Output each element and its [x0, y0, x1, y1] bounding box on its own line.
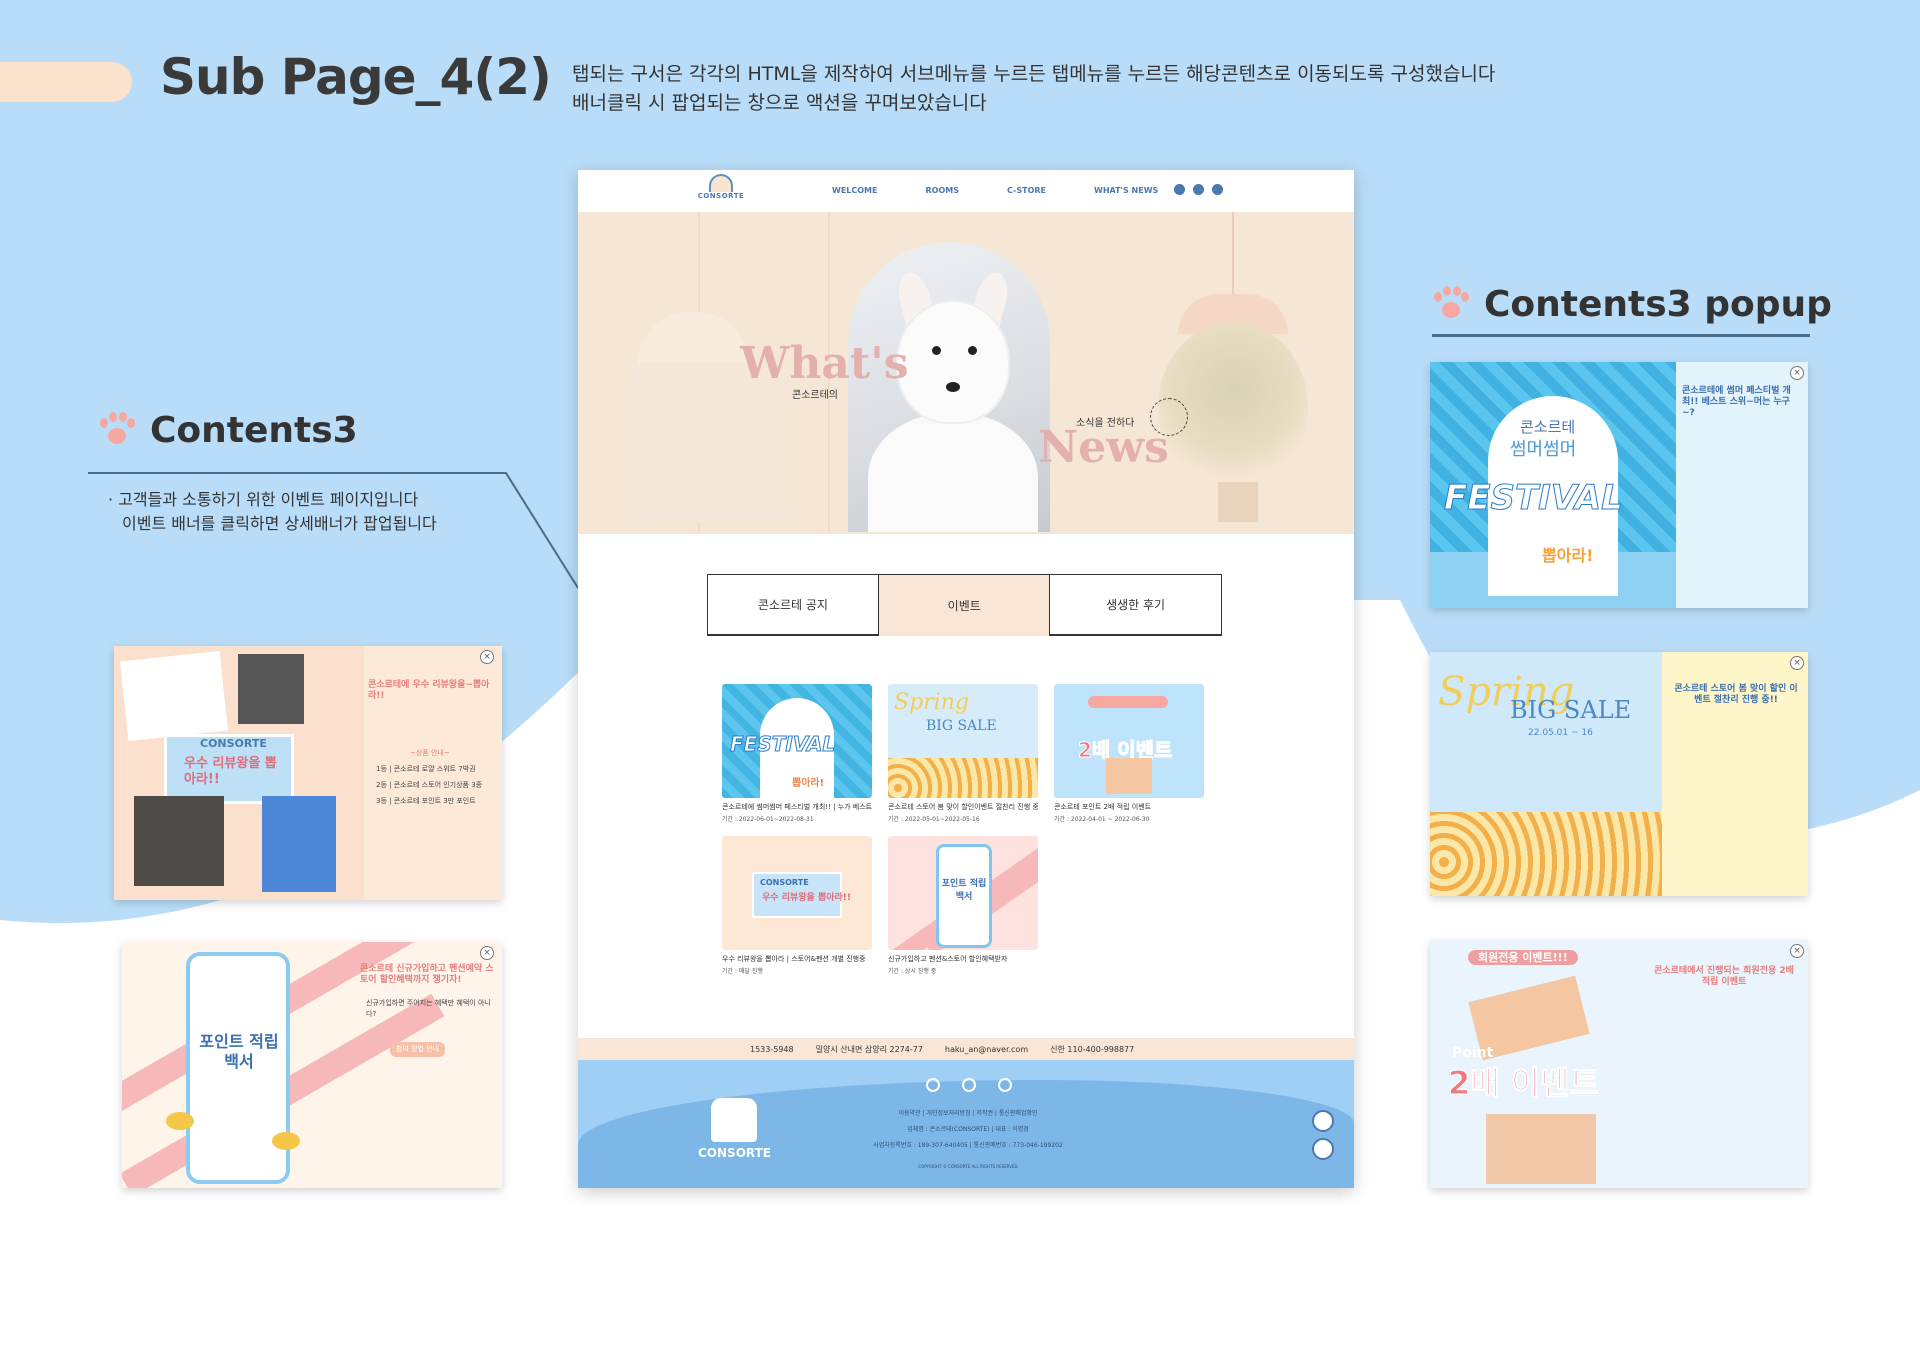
- hero-whats: What's: [740, 338, 909, 389]
- card-title: 콘소르테에 썸머썸머 페스티벌 개최!! | 누가 베스트...: [722, 803, 872, 811]
- event-card-festival[interactable]: FESTIVAL 뽑아라! 콘소르테에 썸머썸머 페스티벌 개최!! | 누가 …: [722, 684, 872, 823]
- footer-socials: [926, 1078, 1012, 1092]
- review-thumbnail: CONSORTE 우수 리뷰왕을 뽑아라!!: [722, 836, 872, 950]
- footer-links[interactable]: 이용약관 | 개인정보처리방침 | 저작권 | 통신판매업확인: [808, 1108, 1128, 1117]
- card-title: 콘소르테 포인트 2배 적립 이벤트: [1054, 803, 1152, 811]
- footer-logo: CONSORTE: [698, 1098, 771, 1160]
- description-line-2: 배너클릭 시 팝업되는 창으로 액션을 꾸며보았습니다: [572, 92, 987, 114]
- mock-nav-icons: [1174, 184, 1223, 195]
- card-date: 기간 : 매달 진행: [722, 968, 763, 975]
- cart-icon[interactable]: [1212, 184, 1223, 195]
- event-card-spring-sale[interactable]: Spring BIG SALE 콘소르테 스토어 봄 맞이 할인이벤트 절찬리 …: [888, 684, 1038, 823]
- title-accent-pill: [0, 62, 132, 102]
- gift-box-icon: [1106, 758, 1152, 794]
- house-logo-icon: [709, 174, 733, 192]
- contents3-popup-label-text: Contents3 popup: [1484, 284, 1832, 325]
- house-logo-icon: [711, 1098, 758, 1142]
- tab-event[interactable]: 이벤트: [877, 574, 1051, 636]
- contents3-popup-label: Contents3 popup: [1432, 284, 1832, 325]
- hero-sub1: 콘소르테의: [792, 390, 838, 401]
- footer-bank: 신한 110-400-998877: [1050, 1044, 1135, 1054]
- card-date: 기간 : 상시 진행 중: [888, 968, 937, 975]
- footer-address: 밀양시 산내면 삼양리 2274-77: [815, 1044, 923, 1054]
- card-title: 콘소르테 스토어 봄 맞이 할인이벤트 절찬리 진행 중: [888, 803, 1038, 811]
- festival-thumbnail: FESTIVAL 뽑아라!: [722, 684, 872, 798]
- contents3-label: Contents3: [98, 410, 358, 451]
- footer-copyright: COPYRIGHT © CONSORTE ALL RIGHTS RESERVED: [918, 1164, 1018, 1169]
- card-date: 기간 : 2022-04-01 ~ 2022-06-30: [1054, 816, 1150, 823]
- popup-points: 포인트 적립백서 콘소르테 신규가입하고 펜션예약 스토어 할인혜택까지 챙기자…: [122, 942, 502, 1188]
- tab-review[interactable]: 생생한 후기: [1049, 574, 1222, 636]
- double-points-thumbnail: 2배 이벤트: [1054, 684, 1204, 798]
- event-card-double-points[interactable]: 2배 이벤트 콘소르테 포인트 2배 적립 이벤트 기간 : 2022-04-0…: [1054, 684, 1204, 823]
- contents3-label-text: Contents3: [150, 410, 358, 451]
- footer-phone: 1533-5948: [750, 1044, 794, 1054]
- instagram-icon[interactable]: [962, 1078, 976, 1092]
- popup-label-underline: [1432, 334, 1810, 337]
- mock-menu: WELCOME ROOMS C-STORE WHAT'S NEWS: [832, 186, 1158, 195]
- footer-biz: 사업자등록번호 : 189-307-640405 | 통신판매번호 : 773-…: [873, 1142, 1063, 1149]
- close-icon[interactable]: ×: [1790, 366, 1804, 380]
- coin-icon: [166, 1112, 194, 1130]
- paw-icon: [98, 411, 136, 450]
- hero-news: News: [1038, 422, 1169, 473]
- hero-banner: What's 콘소르테의 소식을 전하다 News: [578, 212, 1354, 534]
- website-mockup: CONSORTE WELCOME ROOMS C-STORE WHAT'S NE…: [578, 170, 1354, 1188]
- card-date: 기간 : 2022-06-01~2022-08-31: [722, 816, 814, 823]
- menu-c-store[interactable]: C-STORE: [1007, 186, 1046, 195]
- paw-icon: [1432, 285, 1470, 324]
- points-thumbnail: 포인트 적립백서: [888, 836, 1038, 950]
- mock-navbar: CONSORTE WELCOME ROOMS C-STORE WHAT'S NE…: [578, 170, 1354, 212]
- coin-icon: [272, 1132, 300, 1150]
- popup-double-points: 회원전용 이벤트!!! Point 2배 이벤트 콘소르테에서 진행되는 회원전…: [1430, 940, 1808, 1188]
- bullet-line-2: 이벤트 배너를 클릭하면 상세배너가 팝업됩니다: [122, 514, 437, 533]
- scroll-top-button[interactable]: [1312, 1138, 1334, 1160]
- close-icon[interactable]: ×: [1790, 656, 1804, 670]
- popup-festival: 콘소르테 썸머썸머 FESTIVAL Best swimmer를 뽑아라! 콘소…: [1430, 362, 1808, 608]
- page-title: Sub Page_4(2): [160, 48, 552, 106]
- spring-sale-thumbnail: Spring BIG SALE: [888, 684, 1038, 798]
- footer-info-bar: 1533-5948 밀양시 산내면 삼양리 2274-77 haku_an@na…: [578, 1038, 1354, 1060]
- paw-nav-icon[interactable]: [1193, 184, 1204, 195]
- contents3-description: · 고객들과 소통하기 위한 이벤트 페이지입니다 이벤트 배너를 클릭하면 상…: [108, 488, 437, 536]
- bullet-line-1: · 고객들과 소통하기 위한 이벤트 페이지입니다: [108, 490, 419, 509]
- tab-notice[interactable]: 콘소르테 공지: [706, 574, 880, 636]
- footer-company: 업체명 : 콘소르테(CONSORTE) | 대표 : 이명경: [907, 1126, 1029, 1133]
- tab-menu: 콘소르테 공지 이벤트 생생한 후기: [706, 574, 1222, 636]
- event-card-points[interactable]: 포인트 적립백서 신규가입하고 펜션&스토어 할인혜택받자 기간 : 상시 진행…: [888, 836, 1038, 975]
- mock-logo[interactable]: CONSORTE: [696, 174, 746, 208]
- menu-rooms[interactable]: ROOMS: [925, 186, 958, 195]
- youtube-icon[interactable]: [998, 1078, 1012, 1092]
- footer: CONSORTE 이용약관 | 개인정보처리방침 | 저작권 | 통신판매업확인…: [578, 1060, 1354, 1188]
- card-title: 우수 리뷰왕을 뽑아라 | 스토어&펜션 개별 진행중: [722, 955, 866, 963]
- close-icon[interactable]: ×: [1790, 944, 1804, 958]
- footer-email: haku_an@naver.com: [944, 1044, 1029, 1054]
- event-card-review[interactable]: CONSORTE 우수 리뷰왕을 뽑아라!! 우수 리뷰왕을 뽑아라 | 스토어…: [722, 836, 872, 975]
- close-icon[interactable]: ×: [480, 946, 494, 960]
- popup-spring-sale: Spring BIG SALE 22.05.01 ~ 16 콘소르테 스토어 봄…: [1430, 652, 1808, 896]
- page-description: 탭되는 구서은 각각의 HTML을 제작하여 서브메뉴를 누르든 탭메뉴를 누르…: [572, 60, 1495, 118]
- menu-whats-news[interactable]: WHAT'S NEWS: [1094, 186, 1158, 195]
- description-line-1: 탭되는 구서은 각각의 HTML을 제작하여 서브메뉴를 누르든 탭메뉴를 누르…: [572, 63, 1496, 85]
- talk-icon[interactable]: [926, 1078, 940, 1092]
- card-title: 신규가입하고 펜션&스토어 할인혜택받자: [888, 955, 1008, 963]
- card-date: 기간 : 2022-05-01~2022-05-16: [888, 816, 980, 823]
- close-icon[interactable]: ×: [480, 650, 494, 664]
- menu-welcome[interactable]: WELCOME: [832, 186, 877, 195]
- calendar-float-button[interactable]: [1312, 1110, 1334, 1132]
- user-icon[interactable]: [1174, 184, 1185, 195]
- popup-review: CONSORTE 우수 리뷰왕을 뽑아라!! 콘소르테에 우수 리뷰왕을~뽑아라…: [114, 646, 502, 900]
- stamp-icon: [1150, 398, 1188, 436]
